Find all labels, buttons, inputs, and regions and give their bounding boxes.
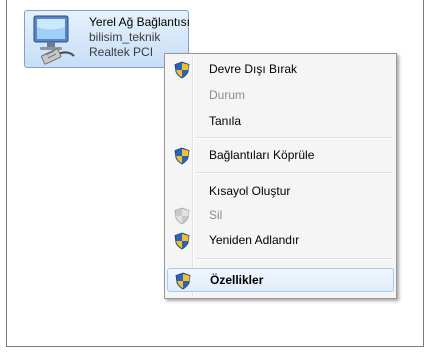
menu-item-disable[interactable]: Devre Dışı Bırak — [167, 58, 394, 82]
window-content-area: Yerel Ağ Bağlantısı bilisim_teknik Realt… — [6, 0, 424, 347]
menu-item-label: Devre Dışı Bırak — [209, 62, 298, 76]
menu-item-label: Yeniden Adlandır — [209, 233, 300, 247]
uac-shield-icon — [174, 207, 190, 225]
context-menu: Devre Dışı Bırak Durum Tanıla Bağlantıla… — [164, 53, 397, 299]
uac-shield-icon — [174, 232, 190, 250]
uac-shield-icon — [174, 61, 190, 79]
menu-separator — [195, 137, 392, 139]
menu-item-label: Sil — [209, 208, 223, 222]
menu-item-label: Durum — [209, 88, 246, 102]
menu-item-status[interactable]: Durum — [167, 84, 394, 108]
menu-item-label: Kısayol Oluştur — [209, 184, 291, 198]
uac-shield-icon — [175, 272, 191, 290]
menu-item-diagnose[interactable]: Tanıla — [167, 110, 394, 134]
menu-item-bridge-connections[interactable]: Bağlantıları Köprüle — [167, 144, 394, 168]
uac-shield-icon — [174, 147, 190, 165]
menu-item-create-shortcut[interactable]: Kısayol Oluştur — [167, 180, 394, 204]
connection-network: bilisim_teknik — [89, 30, 161, 44]
network-adapter-icon — [33, 15, 75, 65]
menu-separator — [195, 172, 392, 174]
connection-name: Yerel Ağ Bağlantısı — [89, 15, 190, 29]
menu-item-label: Tanıla — [209, 114, 242, 128]
menu-item-delete[interactable]: Sil — [167, 204, 394, 228]
menu-item-rename[interactable]: Yeniden Adlandır — [167, 229, 394, 253]
menu-separator — [195, 258, 392, 260]
menu-item-label: Özellikler — [210, 273, 264, 287]
menu-item-label: Bağlantıları Köprüle — [209, 148, 315, 162]
menu-item-properties[interactable]: Özellikler — [167, 268, 394, 292]
